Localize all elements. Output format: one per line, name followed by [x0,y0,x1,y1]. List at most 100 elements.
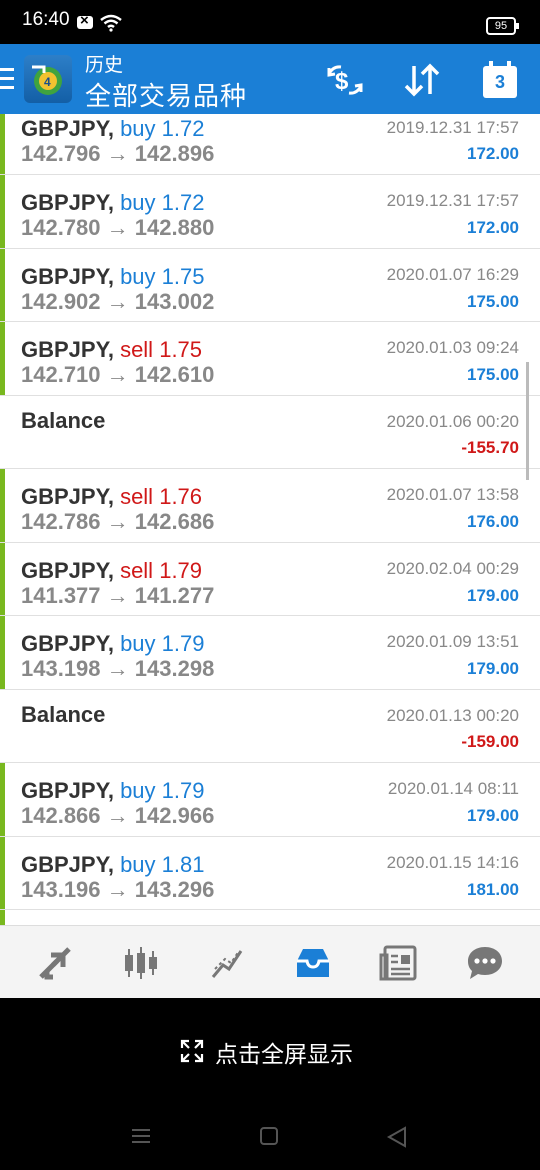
close-price: 143.296 [134,876,215,902]
trade-date: 2019.12.31 17:57 [386,191,519,210]
trade-profit: 175.00 [467,291,519,311]
trade-row[interactable]: GBPJPY, sell 1.76 142.786 → 142.686 2020.0… [0,469,540,543]
trade-action: sell 1.76 [120,484,203,509]
trade-action: buy 1.81 [120,851,205,877]
home-icon[interactable] [259,1126,279,1146]
status-bar: 16:40 95 [0,0,540,44]
trade-row[interactable]: GBPJPY, buy 1.72 142.780 → 142.880 2019.12… [0,175,540,249]
sort-button[interactable] [400,58,444,102]
trade-title: GBPJPY, buy 1.72 [21,116,205,142]
recent-apps-icon[interactable] [130,1126,152,1146]
calendar-button[interactable]: 3 [478,58,522,102]
open-price: 142.902 [21,288,101,314]
trade-symbol: GBPJPY, [21,484,114,509]
trade-title: GBPJPY, buy 1.81 [21,852,205,878]
trade-row[interactable]: GBPJPY, buy 1.79 143.198 → 143.298 2020.01… [0,616,540,690]
close-price: 142.896 [134,141,215,166]
trade-date: 2020.01.07 13:58 [386,485,519,504]
balance-label: Balance [21,407,106,433]
app-logo: 4 [24,55,72,103]
wifi-icon [100,14,122,32]
chart-candles-icon [125,946,157,979]
trade-row[interactable]: GBPJPY, buy 1.75 142.902 → 143.002 2020.01… [0,248,540,322]
balance-date: 2020.01.06 00:20 [386,411,519,431]
trade-date: 2020.01.03 09:24 [386,338,519,357]
trade-action: buy 1.79 [120,778,205,803]
trade-prices: 142.902 → 143.002 [21,289,214,315]
trade-profit: 181.00 [467,879,519,899]
row-accent-bar [0,469,5,542]
trade-row[interactable]: GBPJPY, buy 1.81 143.196 → 143.296 2020.01… [0,836,540,910]
back-icon[interactable] [386,1126,408,1148]
open-price: 142.866 [21,803,101,828]
row-accent-bar [0,248,5,321]
trade-lots: 1.75 [159,337,203,362]
arrow-icon: → [106,362,129,387]
page-title: 历史 [85,55,124,76]
arrow-icon: → [106,215,129,240]
trade-profit: 172.00 [467,218,519,237]
trade-symbol: GBPJPY, [21,851,114,877]
trade-profit: 179.00 [467,585,519,605]
menu-icon[interactable] [0,68,14,90]
currency-exchange-button[interactable]: $ [323,58,367,102]
trade-action: buy 1.72 [120,190,205,215]
trade-row[interactable]: GBPJPY, buy 1.72 142.796 → 142.896 2019.12… [0,114,540,175]
arrow-icon: → [106,656,129,681]
arrow-icon: → [106,876,129,902]
trade-title: GBPJPY, sell 1.75 [21,337,202,363]
row-accent-bar [0,114,5,174]
close-price: 143.002 [134,288,215,314]
list-item-peek [0,910,5,925]
status-time: 16:40 [22,9,70,30]
tab-news[interactable] [356,926,442,999]
expand-icon [180,1039,204,1063]
trade-prices: 143.196 → 143.296 [21,877,214,903]
row-accent-bar [0,836,5,909]
balance-row[interactable]: Balance 2020.01.06 00:20 -155.70 [0,396,540,469]
calendar-day: 3 [494,72,505,92]
trade-symbol: GBPJPY, [21,631,114,656]
arrow-icon: → [106,288,129,314]
trade-row[interactable]: GBPJPY, buy 1.79 142.866 → 142.966 2020.01… [0,763,540,837]
open-price: 142.710 [21,362,101,387]
trade-row[interactable]: GBPJPY, sell 1.75 142.710 → 142.610 2020.0… [0,322,540,396]
open-price: 141.377 [21,582,101,608]
trade-lots: 1.81 [161,851,205,877]
trade-symbol: GBPJPY, [21,337,114,362]
tab-quotes[interactable] [12,926,98,999]
tab-trade[interactable] [184,926,270,999]
trade-lots: 1.75 [161,263,205,289]
svg-text:4: 4 [44,75,51,89]
trade-profit: 176.00 [467,512,519,531]
balance-row[interactable]: Balance 2020.01.13 00:20 -159.00 [0,690,540,763]
balance-amount: -155.70 [461,437,519,457]
trade-action: buy 1.72 [120,116,205,141]
app-header: 4 历史 全部交易品种 $ 3 [0,44,540,114]
trade-prices: 142.786 → 142.686 [21,509,214,535]
trade-prices: 142.866 → 142.966 [21,803,214,829]
trade-title: GBPJPY, sell 1.76 [21,484,202,510]
scrollbar-thumb[interactable] [526,362,529,480]
trade-prices: 142.780 → 142.880 [21,215,214,241]
trade-row[interactable]: GBPJPY, sell 1.79 141.377 → 141.277 2020.0… [0,542,540,616]
balance-label: Balance [21,701,106,727]
trade-lots: 1.76 [159,484,203,509]
open-price: 143.196 [21,876,101,902]
open-price: 142.796 [21,141,101,166]
trade-symbol: GBPJPY, [21,557,114,583]
trade-symbol: GBPJPY, [21,190,114,215]
trade-lots: 1.79 [159,557,203,583]
arrow-icon: → [106,509,129,534]
symbol-filter-label[interactable]: 全部交易品种 [85,76,247,113]
history-list[interactable]: GBPJPY, buy 1.72 142.796 → 142.896 2019.12… [0,114,540,925]
trade-date: 2019.12.31 17:57 [386,118,519,137]
tab-history[interactable] [270,926,356,999]
fullscreen-hint[interactable]: 点击全屏显示 [0,998,540,1102]
trade-lots: 1.72 [161,190,205,215]
trade-title: GBPJPY, buy 1.79 [21,778,205,804]
tab-chart[interactable] [98,926,184,999]
system-nav-bar [0,1102,540,1170]
tab-chat[interactable] [442,926,528,999]
arrow-icon: → [106,141,129,166]
